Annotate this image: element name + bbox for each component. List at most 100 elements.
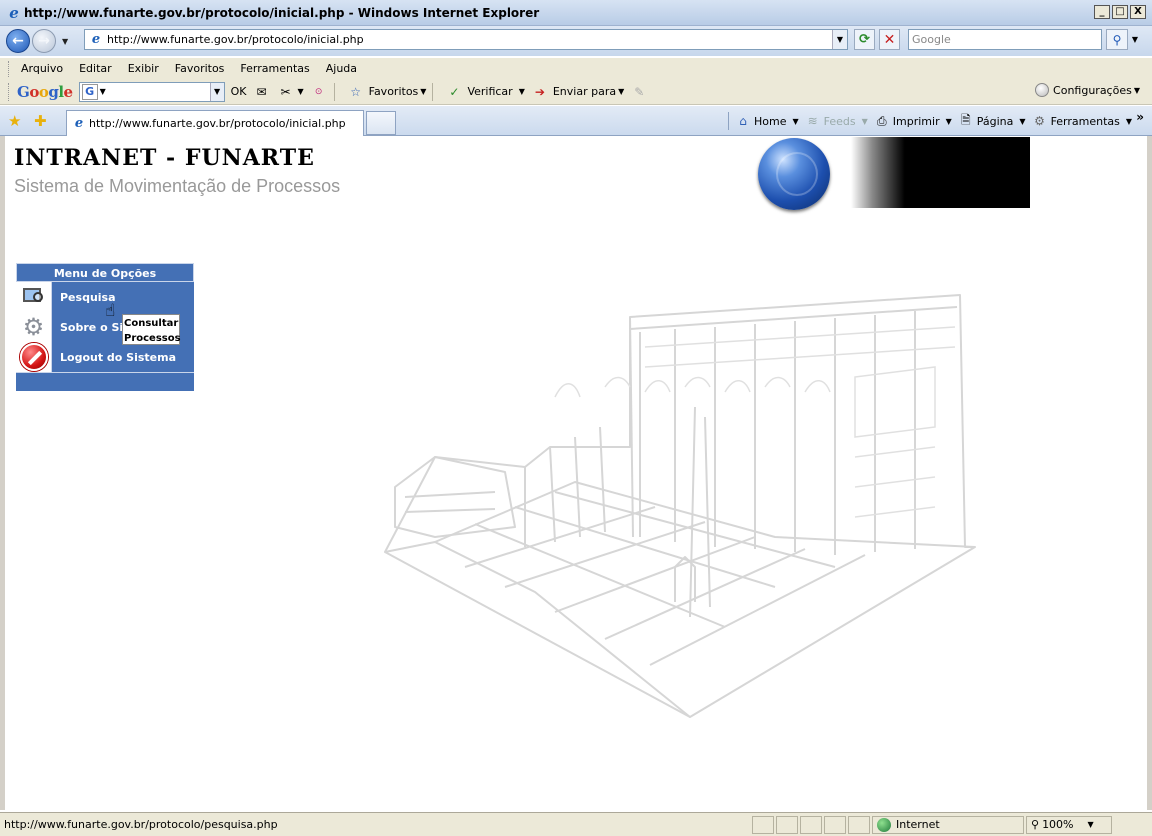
search-button[interactable]: ⚲	[1106, 29, 1128, 50]
feeds-button[interactable]: ≋ Feeds ▼	[805, 113, 868, 129]
orkut-icon[interactable]: ⊙	[310, 83, 328, 101]
pagina-label: Página	[976, 114, 1014, 128]
pagina-dropdown-icon[interactable]: ▼	[1019, 117, 1025, 126]
toolbar-grip[interactable]	[8, 60, 11, 77]
spellcheck-icon[interactable]: ✓	[445, 83, 463, 101]
zoom-dropdown-icon[interactable]: ▼	[1088, 820, 1094, 829]
menu-ferramentas[interactable]: Ferramentas	[240, 62, 309, 75]
ferramentas-button[interactable]: ⚙ Ferramentas ▼	[1032, 113, 1132, 129]
ferramentas-dropdown-icon[interactable]: ▼	[1126, 117, 1132, 126]
print-icon: ⎙	[876, 113, 887, 128]
imprimir-label: Imprimir	[892, 114, 940, 128]
header-banner	[851, 137, 1030, 208]
address-url[interactable]: http://www.funarte.gov.br/protocolo/inic…	[107, 33, 364, 46]
settings-circle-icon	[1035, 83, 1050, 97]
menu-exibir[interactable]: Exibir	[128, 62, 159, 75]
verificar-button[interactable]: Verificar	[467, 85, 512, 98]
google-g-icon[interactable]: G	[81, 83, 98, 100]
enviar-button[interactable]: Enviar para	[553, 85, 616, 98]
zone-label: Internet	[896, 818, 940, 831]
dropdown-icon[interactable]: ▼	[297, 87, 303, 96]
history-dropdown-icon[interactable]: ▼	[62, 37, 68, 46]
submenu-consultar-processos[interactable]: Consultar Processos	[122, 314, 181, 346]
status-cell	[752, 815, 774, 834]
favoritos-button[interactable]: Favoritos	[369, 85, 419, 98]
zoom-level: 100%	[1042, 818, 1074, 831]
favorites-center-icon[interactable]: ★	[8, 112, 21, 130]
close-button[interactable]: X	[1130, 5, 1146, 19]
pagina-button[interactable]: 🗎 Página ▼	[958, 113, 1026, 129]
maximize-button[interactable]: □	[1112, 5, 1128, 19]
search-input[interactable]: Google	[908, 29, 1102, 50]
window-frame-right	[1147, 136, 1152, 810]
navigation-bar: ← → ▼ e http://www.funarte.gov.br/protoc…	[0, 26, 1152, 56]
imprimir-button[interactable]: ⎙ Imprimir ▼	[874, 113, 952, 129]
page-icon: e	[74, 115, 84, 131]
toolbar-separator	[432, 82, 434, 101]
zoom-control[interactable]: ⚲ 100% ▼	[1026, 815, 1112, 834]
google-ok-button[interactable]: OK	[231, 85, 247, 98]
refresh-button[interactable]: ⟳	[854, 29, 875, 50]
window-title-bar: e http://www.funarte.gov.br/protocolo/in…	[0, 0, 1152, 26]
toolbar-separator	[333, 82, 335, 101]
google-menu-icon[interactable]: ▼	[100, 87, 106, 96]
tab-current[interactable]: e http://www.funarte.gov.br/protocolo/in…	[66, 110, 364, 136]
menu-footer	[16, 372, 194, 391]
status-cell	[776, 815, 798, 834]
more-commands-icon[interactable]: »	[1136, 110, 1144, 124]
menu-item-label[interactable]: Logout do Sistema	[51, 342, 194, 372]
menu-editar[interactable]: Editar	[79, 62, 112, 75]
menu-arquivo[interactable]: Arquivo	[21, 62, 63, 75]
configuracoes-button[interactable]: Configurações ▼	[1035, 83, 1140, 97]
enviar-dropdown-icon[interactable]: ▼	[618, 87, 624, 96]
status-cell	[824, 815, 846, 834]
search-options-icon[interactable]: ▼	[1129, 29, 1141, 50]
google-search-dropdown-icon[interactable]: ▼	[209, 82, 224, 101]
page-content: INTRANET - FUNARTE Sistema de Movimentaç…	[5, 137, 1147, 810]
popup-blocker-icon[interactable]: ✉	[252, 83, 270, 101]
forward-button[interactable]: →	[32, 29, 56, 53]
menu-item-logout[interactable]: Logout do Sistema	[16, 342, 194, 372]
send-icon[interactable]: ➔	[531, 83, 549, 101]
home-dropdown-icon[interactable]: ▼	[792, 117, 798, 126]
back-button[interactable]: ←	[6, 29, 30, 53]
configuracoes-dropdown-icon: ▼	[1133, 85, 1140, 95]
search-icon	[16, 282, 51, 312]
status-cell	[800, 815, 822, 834]
add-favorite-icon[interactable]: ✚	[34, 112, 47, 130]
menu-favoritos[interactable]: Favoritos	[175, 62, 225, 75]
google-toolbar: Google G ▼ ▼ OK ✉ ✂ ▼ ⊙ ☆ Favoritos ▼ ✓ …	[0, 79, 1152, 105]
window-title: http://www.funarte.gov.br/protocolo/inic…	[24, 5, 540, 20]
home-label: Home	[754, 114, 787, 128]
zoom-icon: ⚲	[1031, 818, 1040, 831]
address-bar[interactable]: e http://www.funarte.gov.br/protocolo/in…	[84, 29, 848, 50]
building-sketch-illustration	[384, 294, 976, 718]
home-button[interactable]: ⌂ Home ▼	[735, 113, 798, 129]
home-icon: ⌂	[739, 114, 747, 128]
window-controls: _ □ X	[1094, 5, 1146, 19]
verificar-dropdown-icon[interactable]: ▼	[519, 87, 525, 96]
highlighter-icon[interactable]: ✎	[630, 83, 648, 101]
tab-bar: ★ ✚ e http://www.funarte.gov.br/protocol…	[0, 106, 1152, 136]
new-tab-button[interactable]	[366, 111, 396, 135]
stop-button[interactable]: ✕	[879, 29, 900, 50]
submenu-line[interactable]: Consultar	[124, 316, 179, 331]
feeds-dropdown-icon[interactable]: ▼	[862, 117, 868, 126]
bookmark-icon[interactable]: ✂	[276, 83, 294, 101]
address-dropdown-icon[interactable]: ▼	[832, 30, 847, 49]
submenu-line[interactable]: Processos	[124, 331, 181, 346]
internet-zone-icon	[877, 817, 891, 832]
feeds-label: Feeds	[823, 114, 856, 128]
security-zone[interactable]: Internet	[872, 815, 1024, 834]
status-bar: http://www.funarte.gov.br/protocolo/pesq…	[0, 812, 1152, 836]
imprimir-dropdown-icon[interactable]: ▼	[946, 117, 952, 126]
menu-ajuda[interactable]: Ajuda	[326, 62, 357, 75]
favorites-star-icon[interactable]: ☆	[347, 83, 365, 101]
favoritos-dropdown-icon[interactable]: ▼	[420, 87, 426, 96]
minimize-button[interactable]: _	[1094, 5, 1110, 19]
toolbar-grip[interactable]	[8, 82, 11, 101]
google-logo[interactable]: Google	[17, 83, 73, 101]
menu-item-label[interactable]: Pesquisa	[51, 282, 194, 312]
hand-cursor-icon: ☝	[105, 301, 116, 321]
google-search-input[interactable]: G ▼ ▼	[78, 81, 225, 102]
